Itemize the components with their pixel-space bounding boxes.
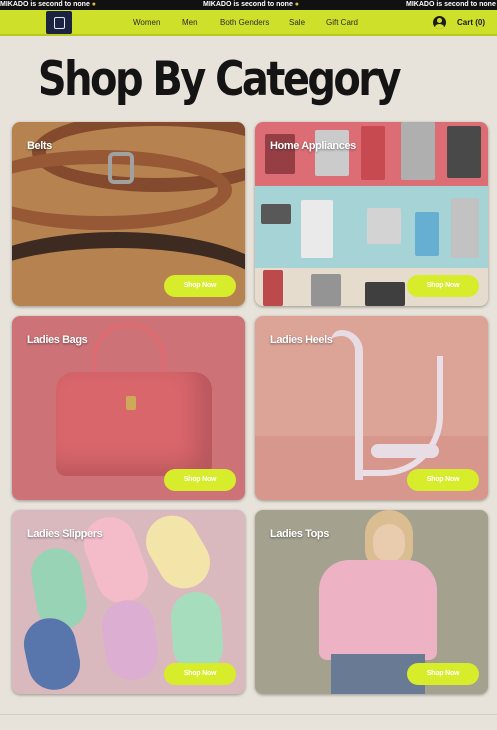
- shop-now-button[interactable]: Shop Now: [407, 663, 479, 685]
- category-label: Home Appliances: [270, 140, 356, 152]
- nav-women[interactable]: Women: [133, 10, 160, 36]
- nav-both-genders[interactable]: Both Genders: [220, 10, 269, 36]
- ticker-message: MIKADO is second to none ●: [203, 1, 300, 8]
- cart-button[interactable]: Cart (0): [457, 10, 485, 36]
- category-label: Ladies Tops: [270, 528, 329, 540]
- shop-now-button[interactable]: Shop Now: [407, 275, 479, 297]
- account-icon[interactable]: [433, 16, 446, 29]
- shop-now-button[interactable]: Shop Now: [164, 469, 236, 491]
- ticker-message: MIKADO is second to none ●: [0, 1, 97, 8]
- ticker-message: MIKADO is second to none: [406, 1, 496, 8]
- header-nav: Women Men Both Genders Sale Gift Card Ca…: [0, 10, 497, 36]
- medal-icon: ●: [294, 1, 300, 8]
- category-card-ladies-heels[interactable]: Ladies Heels Shop Now: [255, 316, 488, 500]
- shop-now-button[interactable]: Shop Now: [407, 469, 479, 491]
- nav-men[interactable]: Men: [182, 10, 198, 36]
- next-section-preview: [0, 714, 497, 730]
- category-card-ladies-bags[interactable]: Ladies Bags Shop Now: [12, 316, 245, 500]
- category-card-ladies-tops[interactable]: Ladies Tops Shop Now: [255, 510, 488, 694]
- nav-sale[interactable]: Sale: [289, 10, 305, 36]
- shop-now-button[interactable]: Shop Now: [164, 275, 236, 297]
- page-title: Shop By Category: [37, 52, 402, 107]
- category-label: Ladies Heels: [270, 334, 333, 346]
- category-label: Belts: [27, 140, 52, 152]
- shop-now-button[interactable]: Shop Now: [164, 663, 236, 685]
- category-label: Ladies Bags: [27, 334, 88, 346]
- brand-logo[interactable]: [46, 11, 72, 34]
- category-card-belts[interactable]: Belts Shop Now: [12, 122, 245, 306]
- category-label: Ladies Slippers: [27, 528, 103, 540]
- category-card-ladies-slippers[interactable]: Ladies Slippers Shop Now: [12, 510, 245, 694]
- category-card-home-appliances[interactable]: Home Appliances Shop Now: [255, 122, 488, 306]
- nav-gift-card[interactable]: Gift Card: [326, 10, 358, 36]
- announcement-ticker: MIKADO is second to none ● MIKADO is sec…: [0, 0, 497, 10]
- medal-icon: ●: [91, 1, 97, 8]
